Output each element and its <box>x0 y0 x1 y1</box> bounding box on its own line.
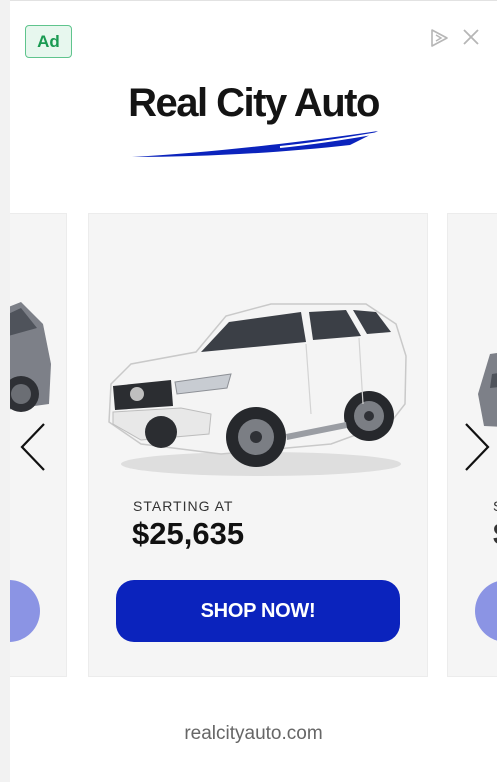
chevron-right-icon <box>465 423 490 471</box>
brand-logo-text[interactable]: Real City Auto <box>10 81 497 126</box>
starting-at-label: STARTING AT <box>133 498 234 514</box>
starting-at-label-partial: S <box>493 498 497 514</box>
adchoices-icon[interactable] <box>428 27 450 49</box>
ad-badge: Ad <box>25 25 72 58</box>
shop-now-button[interactable]: SHOP NOW! <box>116 580 400 642</box>
car-image-partial <box>10 302 51 412</box>
carousel-next-button[interactable] <box>462 421 492 473</box>
carousel-card-current[interactable]: STARTING AT $25,635 SHOP NOW! <box>88 213 428 677</box>
car-image-white-suv <box>108 303 407 476</box>
price-value: $25,635 <box>132 516 245 551</box>
brand-swoosh <box>132 131 379 157</box>
close-icon[interactable] <box>462 28 480 46</box>
advertiser-domain[interactable]: realcityauto.com <box>10 723 497 745</box>
chevron-left-icon <box>20 423 45 471</box>
price-value-partial: $ <box>493 516 497 552</box>
carousel-prev-button[interactable] <box>18 421 48 473</box>
ad-container: Ad Real City Auto STARTING AT $25,635 SH… <box>10 0 497 782</box>
